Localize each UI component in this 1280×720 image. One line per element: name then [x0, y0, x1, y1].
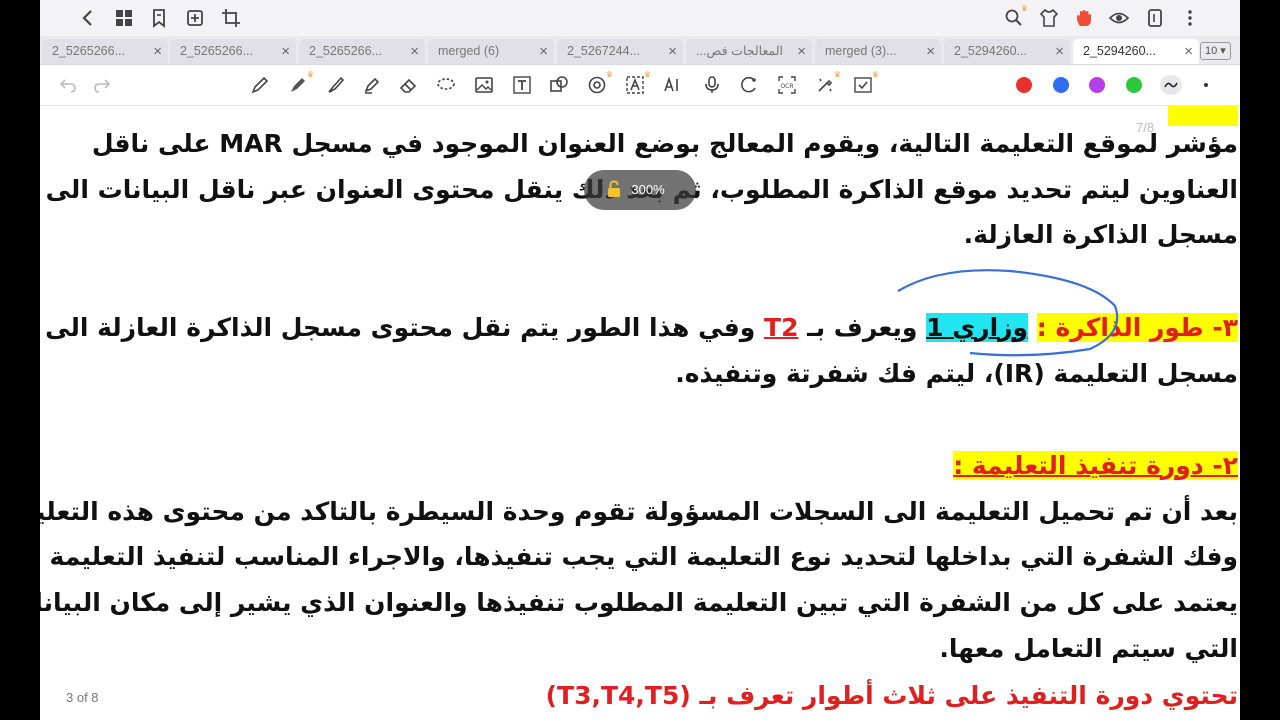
stamp-icon[interactable]: ♛ — [585, 70, 613, 97]
text-line: مؤشر لموقع التعليمة التالية، ويقوم المعا… — [91, 129, 1238, 158]
stroke-style-icon[interactable] — [1160, 75, 1182, 95]
close-icon[interactable]: × — [926, 39, 935, 64]
shape-icon[interactable] — [547, 73, 571, 97]
pdf-app: ♛ 2_5265266... × 2_5265266... × 2_5265266.… — [40, 0, 1240, 720]
zoom-level: 300% — [631, 182, 665, 197]
laser-icon[interactable] — [737, 73, 761, 97]
tablet-icon[interactable] — [1143, 6, 1167, 30]
shirt-icon[interactable] — [1037, 6, 1061, 30]
text-recognition-icon[interactable]: ♛ — [623, 70, 651, 97]
top-bar: ♛ — [40, 0, 1240, 36]
text-line: يعتمد على كل من الشفرة التي تبين التعليم… — [40, 588, 1238, 617]
search-icon[interactable]: ♛ — [1002, 4, 1028, 30]
text-line: بعد أن تم تحميل التعليمة الى السجلات الم… — [40, 497, 1238, 526]
text-line: التي سيتم التعامل معها. — [939, 634, 1238, 663]
close-icon[interactable]: × — [1184, 39, 1193, 64]
close-icon[interactable]: × — [1055, 39, 1064, 64]
close-icon[interactable]: × — [668, 39, 677, 64]
tab-label: المعالجات فص... — [696, 44, 783, 58]
text-line: وفك الشفرة التي بداخلها لتحديد نوع التعل… — [49, 542, 1238, 571]
hand-icon[interactable] — [1072, 6, 1096, 30]
close-icon[interactable]: × — [281, 39, 290, 64]
text-span: وفي هذا الطور يتم نقل محتوى مسجل الذاكرة… — [45, 313, 765, 342]
close-icon[interactable]: × — [539, 39, 548, 64]
text-line: مسجل التعليمة (IR)، ليتم فك شفرتة وتنفيذ… — [675, 359, 1238, 388]
lasso-icon[interactable] — [434, 73, 458, 97]
text-box-icon[interactable] — [510, 73, 534, 97]
section-2-heading: ٢- دورة تنفيذ التعليمة : — [953, 446, 1238, 486]
tab-document-active[interactable]: 2_5294260... × — [1073, 39, 1199, 64]
tab-document[interactable]: 2_5294260... × — [944, 39, 1070, 64]
text-line: مسجل الذاكرة العازلة. — [963, 220, 1238, 249]
code-label: T2 — [764, 313, 799, 342]
zoom-indicator: 300% — [584, 170, 696, 210]
highlighter-icon[interactable] — [360, 73, 384, 97]
magic-icon[interactable]: ♛ — [813, 70, 841, 97]
tab-label: 2_5294260... — [954, 44, 1027, 58]
tab-document[interactable]: merged (3)... × — [815, 39, 941, 64]
annotation-toolbar: ♛ ♛ ♛ OCR ♛ ♛ — [40, 65, 1240, 106]
fountain-pen-icon[interactable]: ♛ — [286, 70, 314, 97]
close-icon[interactable]: × — [153, 39, 162, 64]
close-icon[interactable]: × — [410, 39, 419, 64]
section-number: ٣- — [1212, 313, 1238, 342]
tab-label: 2_5294260... — [1083, 44, 1156, 58]
more-vertical-icon[interactable] — [1178, 6, 1202, 30]
tab-document[interactable]: merged (6) × — [428, 39, 554, 64]
crop-icon[interactable] — [219, 6, 243, 30]
tab-label: merged (6) — [438, 44, 500, 58]
page-indicator: 3 of 8 — [66, 690, 99, 705]
tab-document[interactable]: 2_5265266... × — [299, 39, 425, 64]
tab-label: 2_5265266... — [309, 44, 382, 58]
color-purple-swatch[interactable] — [1089, 77, 1105, 93]
tab-count-badge[interactable]: 10 ▾ — [1200, 42, 1231, 60]
tab-label: 2_5267244... — [567, 44, 640, 58]
color-red-swatch[interactable] — [1016, 77, 1032, 93]
ocr-icon[interactable]: OCR — [775, 73, 799, 97]
tab-label: 2_5265266... — [52, 44, 125, 58]
section-title: طور الذاكرة : — [1036, 313, 1213, 342]
eraser-icon[interactable] — [396, 73, 420, 97]
brush-icon[interactable] — [324, 73, 348, 97]
link-icon[interactable]: ♛ — [851, 70, 879, 97]
eye-icon[interactable] — [1107, 6, 1131, 30]
pen-icon[interactable] — [248, 73, 272, 97]
tab-document[interactable]: 2_5267244... × — [557, 39, 683, 64]
bookmark-icon[interactable] — [147, 6, 171, 30]
document-tabs: 2_5265266... × 2_5265266... × 2_5265266...… — [40, 36, 1240, 65]
add-page-icon[interactable] — [183, 6, 207, 30]
section-3-line: ٣- طور الذاكرة : وزاري 1 ويعرف بـ T2 وفي… — [45, 308, 1238, 348]
ai-icon[interactable] — [661, 73, 685, 97]
lock-icon — [608, 180, 620, 197]
tab-document[interactable]: المعالجات فص... × — [686, 39, 812, 64]
tab-count: 10 — [1205, 45, 1218, 57]
tab-label: merged (3)... — [825, 44, 897, 58]
color-blue-swatch[interactable] — [1053, 77, 1069, 93]
color-green-swatch[interactable] — [1126, 77, 1142, 93]
redo-icon[interactable] — [90, 73, 114, 97]
heading-text: ٢- دورة تنفيذ التعليمة : — [953, 451, 1238, 480]
text-line-red: تحتوي دورة التنفيذ على ثلاث أطوار تعرف ب… — [545, 681, 1238, 710]
mic-icon[interactable] — [700, 73, 724, 97]
chevron-left-icon[interactable] — [76, 6, 100, 30]
close-icon[interactable]: × — [797, 39, 806, 64]
pdf-page: 7/8 مؤشر لموقع التعليمة التالية، ويقوم ا… — [40, 106, 1240, 720]
tab-label: 2_5265266... — [180, 44, 253, 58]
term-highlight: وزاري 1 — [926, 313, 1029, 342]
stroke-size-dot[interactable] — [1204, 83, 1208, 87]
undo-icon[interactable] — [56, 73, 80, 97]
text-span: ويعرف بـ — [798, 313, 927, 342]
tab-document[interactable]: 2_5265266... × — [170, 39, 296, 64]
grid-icon[interactable] — [112, 6, 136, 30]
image-icon[interactable] — [472, 73, 496, 97]
tab-document[interactable]: 2_5265266... × — [42, 39, 168, 64]
svg-text:OCR: OCR — [780, 83, 793, 90]
